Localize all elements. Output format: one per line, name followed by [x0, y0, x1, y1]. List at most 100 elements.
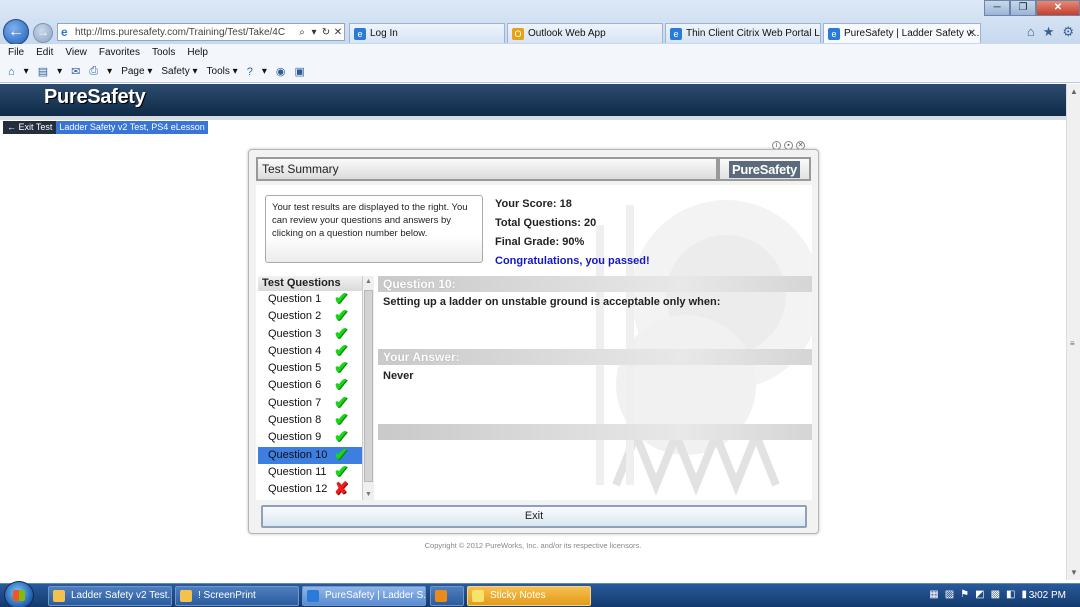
folder-icon [53, 590, 65, 602]
menu-tools[interactable]: Tools [152, 47, 175, 58]
tray-app-icon[interactable]: ◩ [975, 589, 984, 600]
dropdown-icon[interactable]: ▾ [24, 66, 29, 77]
tab-outlook-web-app[interactable]: O Outlook Web App [507, 23, 663, 43]
research-icon[interactable]: ◉ [276, 65, 286, 78]
checkmark-icon: ✔ [334, 323, 349, 343]
scroll-down-icon[interactable]: ▼ [365, 491, 372, 498]
taskbar-item-media-player[interactable] [430, 586, 464, 606]
copyright: Copyright © 2012 PureWorks, Inc. and/or … [424, 541, 642, 550]
question-list-scrollbar[interactable]: ▲ ▼ [362, 276, 374, 500]
menu-view[interactable]: View [65, 47, 87, 58]
tray-app-icon[interactable]: ▦ [929, 589, 938, 600]
exit-button[interactable]: Exit [261, 505, 807, 528]
tab-log-in[interactable]: e Log In [349, 23, 505, 43]
scroll-up-icon[interactable]: ▲ [1070, 87, 1078, 96]
command-bar: ⌂ ▾ ▤ ▾ ✉ ⎙ ▾ Page ▾ Safety ▾ Tools ▾ ? ▾ ◉ … [0, 61, 1080, 83]
back-button[interactable]: ← [3, 19, 29, 45]
refresh-icon[interactable]: ↻ [320, 27, 332, 38]
ie-tab-icon: e [828, 27, 840, 40]
menu-bar: File Edit View Favorites Tools Help [0, 44, 1080, 61]
question-heading: Question 10: [378, 276, 812, 292]
start-button[interactable] [4, 581, 34, 607]
gear-icon[interactable]: ⚙ [1062, 24, 1074, 40]
dialog-title: Test Summary [256, 157, 718, 181]
tray-app-icon[interactable]: ▨ [945, 589, 954, 600]
forward-button[interactable]: → [33, 23, 53, 43]
network-icon[interactable]: ▮ [1021, 589, 1027, 600]
question-label: Question 2 [268, 310, 322, 323]
final-grade: Final Grade: 90% [495, 236, 585, 248]
stop-icon[interactable]: ✕ [332, 27, 344, 38]
address-bar[interactable]: e http://lms.puresafety.com/Training/Tes… [57, 23, 345, 41]
question-label: Question 9 [268, 431, 322, 444]
tools-menu[interactable]: Tools ▾ [207, 66, 238, 77]
tools-menu-label: Tools [206, 66, 230, 77]
checkmark-icon: ✔ [334, 392, 349, 412]
question-label: Question 12 [268, 483, 328, 496]
favorites-star-icon[interactable]: ★ [1043, 24, 1055, 40]
question-label: Question 6 [268, 379, 322, 392]
tab-citrix-portal[interactable]: e Thin Client Citrix Web Portal L... [665, 23, 821, 43]
course-title: Ladder Safety v2 Test, PS4 eLesson [56, 121, 208, 134]
menu-favorites[interactable]: Favorites [99, 47, 140, 58]
taskbar-item-ladder-safety[interactable]: Ladder Safety v2 Test... [48, 586, 172, 606]
taskbar-item-puresafety[interactable]: PureSafety | Ladder S... [302, 586, 426, 606]
test-questions-header: Test Questions [258, 276, 373, 291]
puresafety-logo: PureSafety [44, 86, 146, 108]
page-scrollbar[interactable]: ▲ ≡ ▼ [1066, 84, 1080, 580]
checkmark-icon: ✔ [334, 340, 349, 360]
home-icon[interactable]: ⌂ [1027, 24, 1035, 40]
taskbar-item-screenprint[interactable]: ! ScreenPrint [175, 586, 299, 606]
close-tab-icon[interactable]: ✕ [968, 28, 976, 39]
total-questions: Total Questions: 20 [495, 217, 597, 229]
system-tray: ▦ ▨ ⚑ ◩ ▩ ◧ ▮ ♪ [929, 589, 1038, 600]
feeds-icon[interactable]: ▤ [38, 65, 48, 78]
tray-app-icon[interactable]: ◧ [1006, 589, 1015, 600]
taskbar-item-sticky-notes[interactable]: Sticky Notes [467, 586, 591, 606]
address-url[interactable]: http://lms.puresafety.com/Training/Test/… [75, 27, 296, 38]
taskbar-item-label: PureSafety | Ladder S... [325, 590, 426, 601]
scroll-up-icon[interactable]: ▲ [365, 278, 372, 285]
dropdown-icon[interactable]: ▾ [308, 27, 320, 38]
question-item[interactable]: Question 12 ✘ [258, 479, 362, 499]
dialog-content: Your test results are displayed to the r… [256, 185, 812, 500]
translate-icon[interactable]: ▣ [294, 65, 304, 78]
menu-help[interactable]: Help [187, 47, 208, 58]
exit-test-button[interactable]: ← Exit Test [3, 121, 57, 134]
flag-icon[interactable]: ⚑ [960, 589, 969, 600]
tray-app-icon[interactable]: ▩ [991, 589, 1000, 600]
clock[interactable]: 3:02 PM [1029, 590, 1066, 601]
dropdown-icon[interactable]: ▾ [262, 66, 267, 77]
forward-arrow-icon: → [37, 25, 49, 39]
question-label: Question 4 [268, 344, 322, 357]
home-icon[interactable]: ⌂ [8, 66, 15, 78]
question-label: Question 8 [268, 414, 322, 427]
help-icon[interactable]: ? [247, 66, 253, 78]
menu-file[interactable]: File [8, 47, 24, 58]
x-mark-icon: ✘ [334, 479, 349, 499]
feedback-bar [378, 424, 812, 440]
dropdown-icon[interactable]: ▾ [107, 66, 112, 77]
outlook-icon: O [512, 27, 524, 40]
mail-icon[interactable]: ✉ [71, 65, 80, 78]
instructions-box: Your test results are displayed to the r… [265, 195, 483, 263]
close-window-button[interactable]: ✕ [1036, 0, 1080, 16]
scroll-down-icon[interactable]: ▼ [1070, 568, 1078, 577]
maximize-button[interactable]: ❐ [1010, 0, 1036, 16]
taskbar: Ladder Safety v2 Test... ! ScreenPrint P… [0, 581, 1080, 607]
answer-text: Never [383, 370, 414, 382]
course-bar: ← Exit Test Ladder Safety v2 Test, PS4 e… [3, 121, 208, 134]
question-detail: Question 10: Setting up a ladder on unst… [378, 276, 812, 500]
scroll-grip-icon[interactable]: ≡ [1070, 339, 1075, 348]
tab-puresafety[interactable]: e PureSafety | Ladder Safety v... ✕ [823, 23, 981, 43]
page-menu[interactable]: Page ▾ [121, 66, 152, 77]
menu-edit[interactable]: Edit [36, 47, 53, 58]
print-icon[interactable]: ⎙ [89, 65, 98, 78]
puresafety-mini-logo: PureSafety [729, 160, 800, 178]
safety-menu[interactable]: Safety ▾ [161, 66, 197, 77]
search-icon[interactable]: ⌕ [296, 27, 308, 38]
dropdown-icon[interactable]: ▾ [57, 66, 62, 77]
minimize-button[interactable]: ─ [984, 0, 1010, 16]
scrollbar-thumb[interactable] [364, 290, 373, 482]
page-menu-label: Page [121, 66, 145, 77]
